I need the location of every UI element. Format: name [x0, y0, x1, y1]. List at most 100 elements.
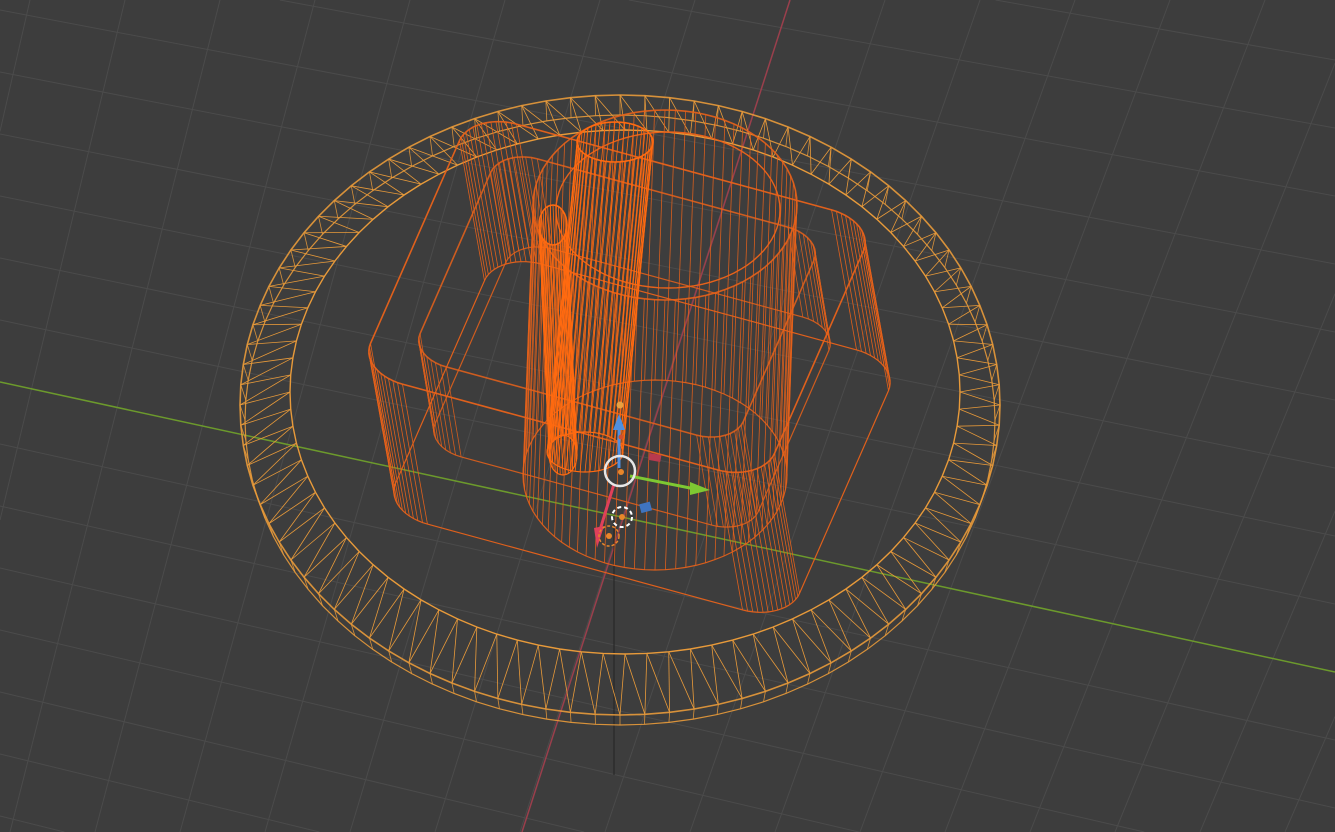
grid-line [279, 0, 1335, 197]
cylinder-wall-edge [714, 289, 726, 560]
ring-triangle-edge [903, 537, 950, 561]
outer-ring-wall-edge [955, 267, 962, 286]
ring-triangle-edge [646, 653, 670, 713]
3d-cursor-center [619, 514, 625, 520]
ring-triangle-edge [861, 577, 890, 625]
ring-triangle-edge [388, 158, 439, 175]
ring-triangle-edge [845, 588, 871, 639]
ring-triangle-edge [903, 537, 937, 578]
grid-line [995, 0, 1335, 61]
ring-triangle-edge [594, 653, 604, 715]
ring-triangle-edge [689, 648, 695, 710]
outer-ring-wall-edge [303, 232, 309, 251]
cylinder-wall-edge [732, 281, 743, 552]
outer-ring-wall-edge [716, 704, 719, 715]
scale-z-handle[interactable] [618, 434, 624, 440]
outer-ring-wall-edge [497, 698, 500, 709]
body-inner-wall-edge [707, 436, 724, 528]
ring-triangle-edge [942, 304, 980, 309]
outer-ring-wall-edge [763, 691, 766, 702]
outer-ring-wall-edge [252, 324, 259, 342]
3d-viewport[interactable] [0, 0, 1335, 832]
cylinder-wall-edge [714, 120, 726, 391]
outer-ring-wall-edge [259, 305, 266, 323]
viewport-canvas[interactable] [0, 0, 1335, 832]
grid-line [0, 319, 1335, 605]
cylinder-wall-edge [705, 292, 716, 563]
ring-triangle-edge [772, 626, 811, 674]
cylinder-inner-edge [555, 131, 781, 289]
ring-triangle-edge [809, 136, 812, 175]
body-outer-wall-edge [863, 250, 889, 391]
outer-ring-wall-edge [429, 136, 433, 156]
body-outer-wall-edge [767, 462, 794, 603]
outer-ring-wall-edge [785, 682, 789, 694]
ring-triangle-edge [268, 285, 316, 293]
grid-line [628, 0, 1335, 129]
cylinder-wall-edge [526, 182, 538, 453]
pivot-center [606, 533, 612, 539]
grid-line [0, 567, 1145, 832]
move-y-arrow-icon[interactable] [690, 482, 710, 495]
ring-triangle-edge [369, 577, 389, 639]
ring-triangle-edge [451, 626, 478, 684]
rotate-z-handle[interactable] [616, 401, 624, 409]
body-outer-wall-edge [384, 375, 410, 517]
grid-line [689, 0, 981, 832]
outer-ring-wall-edge [570, 712, 572, 723]
ring-triangle-edge [956, 425, 997, 446]
grid-line [1029, 62, 1335, 832]
ring-triangle-edge [876, 564, 922, 595]
grid-line [0, 505, 1335, 809]
wireframe-model[interactable] [239, 94, 1001, 726]
cylinder-wall-edge [705, 117, 716, 388]
ring-triangle-edge [644, 653, 648, 715]
ring-triangle-edge [890, 551, 922, 594]
grid-line [0, 443, 1335, 741]
ring-triangle-edge [408, 609, 440, 663]
outer-ring-wall-edge [408, 147, 413, 167]
grid-line [0, 9, 1335, 265]
outer-ring-wall-edge [451, 126, 455, 147]
outer-ring-wall-edge [987, 344, 994, 361]
body-outer-wall-edge [737, 472, 764, 613]
grid-line [0, 815, 65, 832]
ring-triangle-edge [861, 576, 906, 610]
grid-line [0, 0, 126, 521]
cylinder-wall-edge [732, 128, 743, 399]
ring-triangle-edge [953, 442, 993, 466]
cylinder-wall-edge [723, 285, 735, 557]
ring-triangle-edge [278, 492, 316, 543]
outer-ring-wall-edge [369, 171, 374, 191]
ring-triangle-edge [792, 618, 832, 664]
cylinder-wall-edge [786, 212, 797, 483]
outer-ring-wall-edge [240, 384, 247, 401]
ring-triangle-edge [303, 232, 347, 247]
body-outer-wall-edge [742, 471, 769, 613]
ring-triangle-edge [252, 442, 297, 486]
outer-ring-wall-edge [474, 691, 477, 702]
grid-line [859, 0, 1171, 832]
ring-triangle-edge [810, 609, 832, 663]
grid-line [9, 0, 221, 832]
ring-triangle-edge [890, 551, 937, 578]
ring-triangle-edge [772, 626, 789, 684]
body-inner-wall-edge [492, 168, 509, 259]
ring-triangle-edge [668, 97, 670, 133]
grid-line [0, 629, 859, 832]
ring-triangle-edge [290, 246, 347, 251]
ring-triangle-edge [290, 507, 325, 561]
ring-triangle-edge [732, 639, 766, 692]
ring-triangle-edge [861, 171, 871, 207]
ring-triangle-edge [845, 171, 871, 196]
outer-ring-wall-edge [993, 384, 1000, 401]
ring-triangle-edge [644, 95, 648, 131]
ring-triangle-edge [369, 171, 405, 196]
ring-triangle-edge [689, 648, 719, 705]
ring-triangle-edge [260, 291, 316, 306]
body-outer-wall-edge [380, 373, 407, 514]
move-y-shaft[interactable] [629, 474, 696, 491]
ring-triangle-edge [602, 653, 621, 716]
plane-xy-handle[interactable] [639, 501, 653, 514]
outer-ring-wall-edge [318, 216, 323, 235]
